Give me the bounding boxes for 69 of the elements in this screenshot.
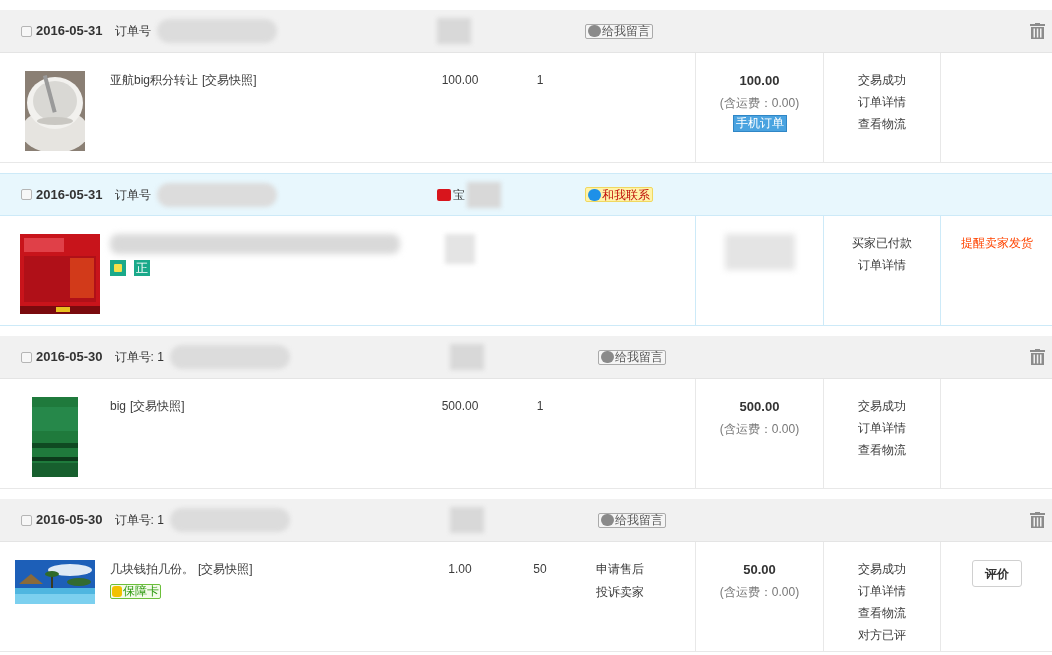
blurred-area — [466, 181, 501, 208]
trash-icon[interactable] — [1030, 23, 1045, 39]
blurred-area — [724, 234, 795, 270]
checkbox[interactable] — [21, 189, 32, 200]
trash-icon[interactable] — [1030, 512, 1045, 528]
order-total: 50.00 — [743, 561, 776, 579]
order-link[interactable]: 对方已评 — [858, 626, 906, 644]
checkbox[interactable] — [21, 514, 32, 526]
quantity: 50 — [533, 562, 547, 576]
order-date: 2016-05-30 — [36, 348, 103, 367]
blurred-area — [445, 234, 475, 264]
shop-name[interactable]: 宝 — [452, 185, 465, 204]
after-sale-link[interactable]: 投诉卖家 — [596, 583, 644, 601]
order-status: 交易成功 — [858, 72, 906, 89]
guarantee-card-badge[interactable]: 保障卡 — [110, 584, 161, 599]
message-button[interactable]: 给我留言 — [584, 23, 653, 39]
order-status: 交易成功 — [858, 398, 906, 415]
order-link[interactable]: 订单详情 — [858, 582, 906, 600]
order-total: 100.00 — [739, 72, 780, 90]
message-button[interactable]: 给我留言 — [597, 512, 666, 528]
order-date: 2016-05-30 — [36, 511, 103, 530]
snapshot-link[interactable]: [交易快照] — [130, 397, 185, 415]
tmall-icon — [436, 188, 451, 201]
order-status: 买家已付款 — [852, 235, 912, 252]
chat-bubble-icon — [600, 351, 614, 363]
unit-price: 100.00 — [441, 73, 479, 87]
order-link[interactable]: 查看物流 — [858, 604, 906, 622]
message-button[interactable]: 给我留言 — [597, 349, 666, 365]
blurred-area — [436, 18, 471, 44]
shipping-fee: (含运费：0.00) — [719, 583, 800, 601]
mobile-order-badge: 手机订单 — [732, 114, 787, 132]
order-number-label: 订单号: 1 — [114, 349, 164, 366]
order-link[interactable]: 订单详情 — [858, 93, 906, 111]
product-title-link[interactable]: 几块钱拍几份。 — [110, 560, 194, 578]
checkbox[interactable] — [21, 25, 32, 37]
contact-button[interactable]: 和我联系 — [584, 187, 653, 202]
chat-bubble-icon — [600, 514, 614, 526]
chat-bubble-icon — [587, 25, 601, 37]
product-title-link[interactable]: big — [110, 397, 126, 415]
review-button[interactable]: 评价 — [971, 560, 1022, 587]
remind-seller-link[interactable]: 提醒卖家发货 — [960, 234, 1033, 250]
order-number-label: 订单号 — [114, 23, 151, 40]
shipping-fee: (含运费：0.00) — [719, 420, 800, 438]
order-status: 交易成功 — [858, 561, 906, 578]
quantity: 1 — [536, 73, 544, 87]
order-link[interactable]: 订单详情 — [858, 419, 906, 437]
order-total: 500.00 — [739, 398, 780, 416]
snapshot-link[interactable]: [交易快照] — [198, 560, 253, 578]
bag-badge-icon — [110, 260, 126, 276]
after-sale-link[interactable]: 申请售后 — [596, 560, 644, 578]
chat-bubble-icon — [587, 188, 601, 201]
order-date: 2016-05-31 — [36, 22, 103, 41]
blurred-area — [449, 507, 484, 533]
snapshot-link[interactable]: [交易快照] — [202, 71, 257, 89]
unit-price: 500.00 — [441, 399, 479, 413]
checkbox[interactable] — [21, 351, 32, 363]
order-date: 2016-05-31 — [36, 185, 103, 204]
order-link[interactable]: 查看物流 — [858, 441, 906, 459]
order-link[interactable]: 订单详情 — [858, 256, 906, 274]
order-number-label: 订单号: 1 — [114, 512, 164, 529]
order-link[interactable]: 查看物流 — [858, 115, 906, 133]
order-number-label: 订单号 — [114, 186, 151, 204]
quantity: 1 — [536, 399, 544, 413]
blurred-area — [449, 344, 484, 370]
product-title-link[interactable]: 亚航big积分转让 — [110, 71, 198, 89]
authentic-badge: 正 — [134, 260, 150, 276]
trash-icon[interactable] — [1030, 349, 1045, 365]
unit-price: 1.00 — [448, 562, 472, 576]
shipping-fee: (含运费：0.00) — [719, 94, 800, 112]
